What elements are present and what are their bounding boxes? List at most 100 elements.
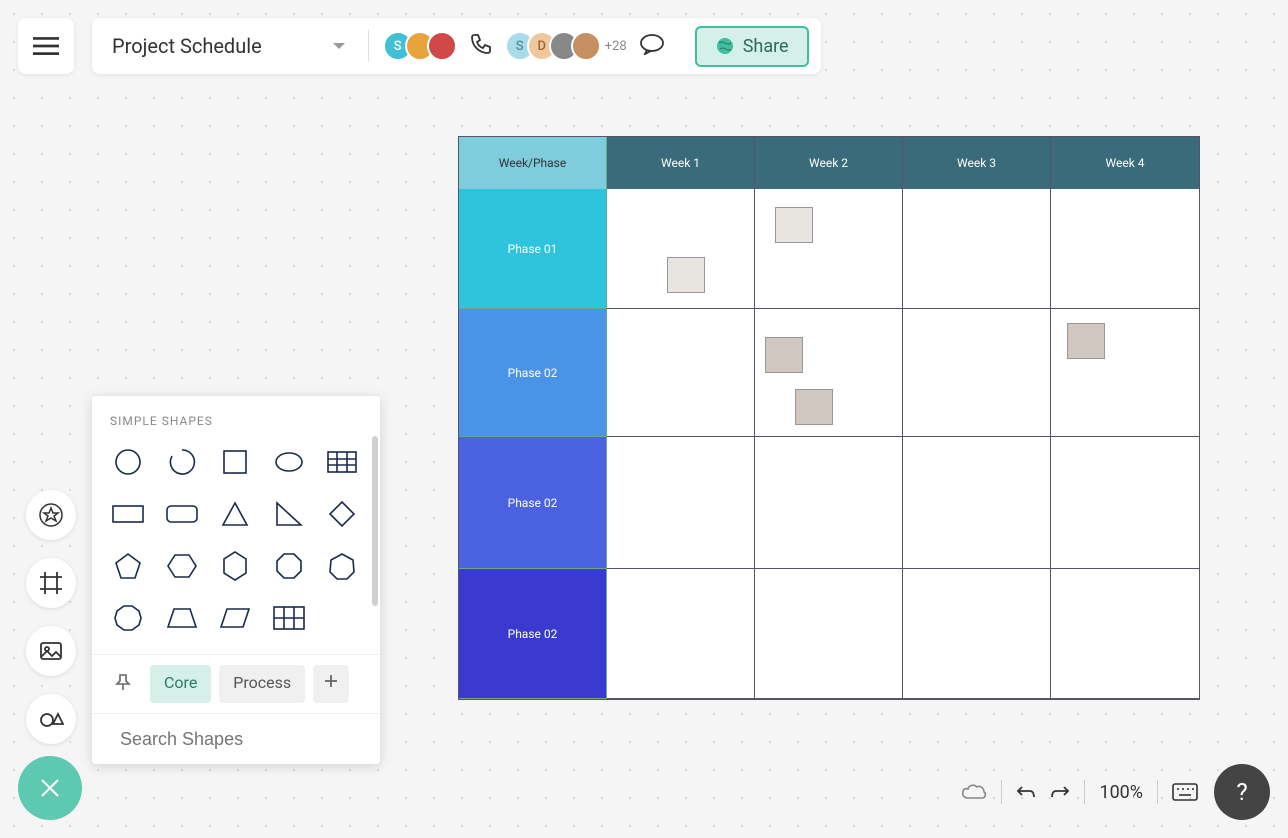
shape-hexagon[interactable] bbox=[164, 548, 200, 584]
presence-avatars-left[interactable]: S bbox=[383, 31, 457, 61]
avatar bbox=[427, 31, 457, 61]
table-row: Phase 02 bbox=[459, 309, 1199, 437]
tab-process[interactable]: Process bbox=[219, 665, 305, 703]
data-cell[interactable] bbox=[903, 437, 1051, 569]
undo-button[interactable] bbox=[1016, 784, 1036, 800]
shapes-panel: SIMPLE SHAPES Core Process bbox=[92, 396, 380, 764]
data-cell[interactable] bbox=[755, 309, 903, 437]
shapes-panel-heading: SIMPLE SHAPES bbox=[92, 396, 380, 436]
star-shape-tool[interactable] bbox=[26, 490, 76, 540]
schedule-block[interactable] bbox=[667, 257, 705, 293]
schedule-block[interactable] bbox=[775, 207, 813, 243]
frame-tool[interactable] bbox=[26, 558, 76, 608]
shape-rectangle[interactable] bbox=[110, 496, 146, 532]
data-cell[interactable] bbox=[755, 437, 903, 569]
help-icon: ? bbox=[1236, 778, 1247, 806]
redo-button[interactable] bbox=[1050, 784, 1070, 800]
col-header: Week 1 bbox=[607, 137, 755, 189]
data-cell[interactable] bbox=[903, 189, 1051, 309]
data-cell[interactable] bbox=[607, 569, 755, 699]
share-button[interactable]: Share bbox=[695, 26, 809, 67]
shape-rounded-rect[interactable] bbox=[164, 496, 200, 532]
bottom-controls: 100% bbox=[961, 780, 1198, 804]
divider bbox=[1001, 780, 1002, 804]
chat-icon[interactable] bbox=[639, 33, 665, 59]
add-tab-button[interactable] bbox=[313, 665, 349, 703]
menu-button[interactable] bbox=[18, 18, 74, 74]
table-row: Phase 02 bbox=[459, 437, 1199, 569]
presence-avatars-right[interactable]: S D +28 bbox=[505, 31, 627, 61]
phase-cell: Phase 01 bbox=[459, 189, 607, 309]
extra-participants-count: +28 bbox=[605, 39, 627, 54]
shape-arc[interactable] bbox=[164, 444, 200, 480]
phase-cell: Phase 02 bbox=[459, 309, 607, 437]
share-button-label: Share bbox=[743, 36, 789, 57]
shape-square[interactable] bbox=[217, 444, 253, 480]
data-cell[interactable] bbox=[903, 569, 1051, 699]
table-row: Phase 02 bbox=[459, 569, 1199, 699]
close-icon bbox=[39, 777, 61, 799]
left-toolbar bbox=[26, 490, 76, 744]
shape-hexagon-v[interactable] bbox=[217, 548, 253, 584]
help-button[interactable]: ? bbox=[1214, 764, 1270, 820]
data-cell[interactable] bbox=[755, 569, 903, 699]
close-button[interactable] bbox=[18, 756, 82, 820]
col-header: Week 4 bbox=[1051, 137, 1199, 189]
shape-grid[interactable] bbox=[271, 600, 307, 636]
tab-core[interactable]: Core bbox=[150, 665, 211, 703]
data-cell[interactable] bbox=[607, 189, 755, 309]
data-cell[interactable] bbox=[607, 309, 755, 437]
phase-cell: Phase 02 bbox=[459, 437, 607, 569]
globe-icon bbox=[715, 36, 735, 56]
shapes-grid bbox=[92, 436, 380, 654]
avatar bbox=[571, 31, 601, 61]
divider bbox=[1157, 780, 1158, 804]
shape-pentagon[interactable] bbox=[110, 548, 146, 584]
shape-circle[interactable] bbox=[110, 444, 146, 480]
divider bbox=[1084, 780, 1085, 804]
data-cell[interactable] bbox=[1051, 569, 1199, 699]
shape-octagon[interactable] bbox=[271, 548, 307, 584]
shape-heptagon[interactable] bbox=[324, 548, 360, 584]
schedule-grid[interactable]: Week/Phase Week 1 Week 2 Week 3 Week 4 P… bbox=[458, 136, 1200, 700]
corner-cell: Week/Phase bbox=[459, 137, 607, 189]
scrollbar[interactable] bbox=[372, 436, 378, 606]
shape-decagon[interactable] bbox=[110, 600, 146, 636]
shapes-tool[interactable] bbox=[26, 694, 76, 744]
col-header: Week 2 bbox=[755, 137, 903, 189]
shape-diamond[interactable] bbox=[324, 496, 360, 532]
document-title-dropdown[interactable]: Project Schedule bbox=[104, 34, 354, 58]
cloud-sync-icon[interactable] bbox=[961, 782, 987, 802]
shape-search-row bbox=[92, 713, 380, 764]
shape-table[interactable] bbox=[324, 444, 360, 480]
shape-category-tabs: Core Process bbox=[92, 654, 380, 713]
divider bbox=[368, 30, 369, 62]
shape-search-input[interactable] bbox=[120, 729, 352, 750]
col-header: Week 3 bbox=[903, 137, 1051, 189]
schedule-block[interactable] bbox=[1067, 323, 1105, 359]
data-cell[interactable] bbox=[1051, 189, 1199, 309]
shape-triangle[interactable] bbox=[217, 496, 253, 532]
shape-parallelogram[interactable] bbox=[217, 600, 253, 636]
header-row: Week/Phase Week 1 Week 2 Week 3 Week 4 bbox=[459, 137, 1199, 189]
zoom-level[interactable]: 100% bbox=[1099, 782, 1143, 803]
phase-cell: Phase 02 bbox=[459, 569, 607, 699]
schedule-block[interactable] bbox=[795, 389, 833, 425]
table-row: Phase 01 bbox=[459, 189, 1199, 309]
image-tool[interactable] bbox=[26, 626, 76, 676]
data-cell[interactable] bbox=[1051, 309, 1199, 437]
data-cell[interactable] bbox=[1051, 437, 1199, 569]
schedule-block[interactable] bbox=[765, 337, 803, 373]
shape-right-triangle[interactable] bbox=[271, 496, 307, 532]
shape-trapezoid[interactable] bbox=[164, 600, 200, 636]
document-title: Project Schedule bbox=[112, 34, 262, 58]
keyboard-icon[interactable] bbox=[1172, 783, 1198, 801]
data-cell[interactable] bbox=[903, 309, 1051, 437]
data-cell[interactable] bbox=[755, 189, 903, 309]
pin-tab[interactable] bbox=[104, 665, 142, 703]
header-bar: Project Schedule S S D +28 Share bbox=[92, 18, 821, 74]
shape-ellipse[interactable] bbox=[271, 444, 307, 480]
chevron-down-icon bbox=[332, 41, 346, 51]
phone-icon[interactable] bbox=[469, 32, 493, 60]
data-cell[interactable] bbox=[607, 437, 755, 569]
